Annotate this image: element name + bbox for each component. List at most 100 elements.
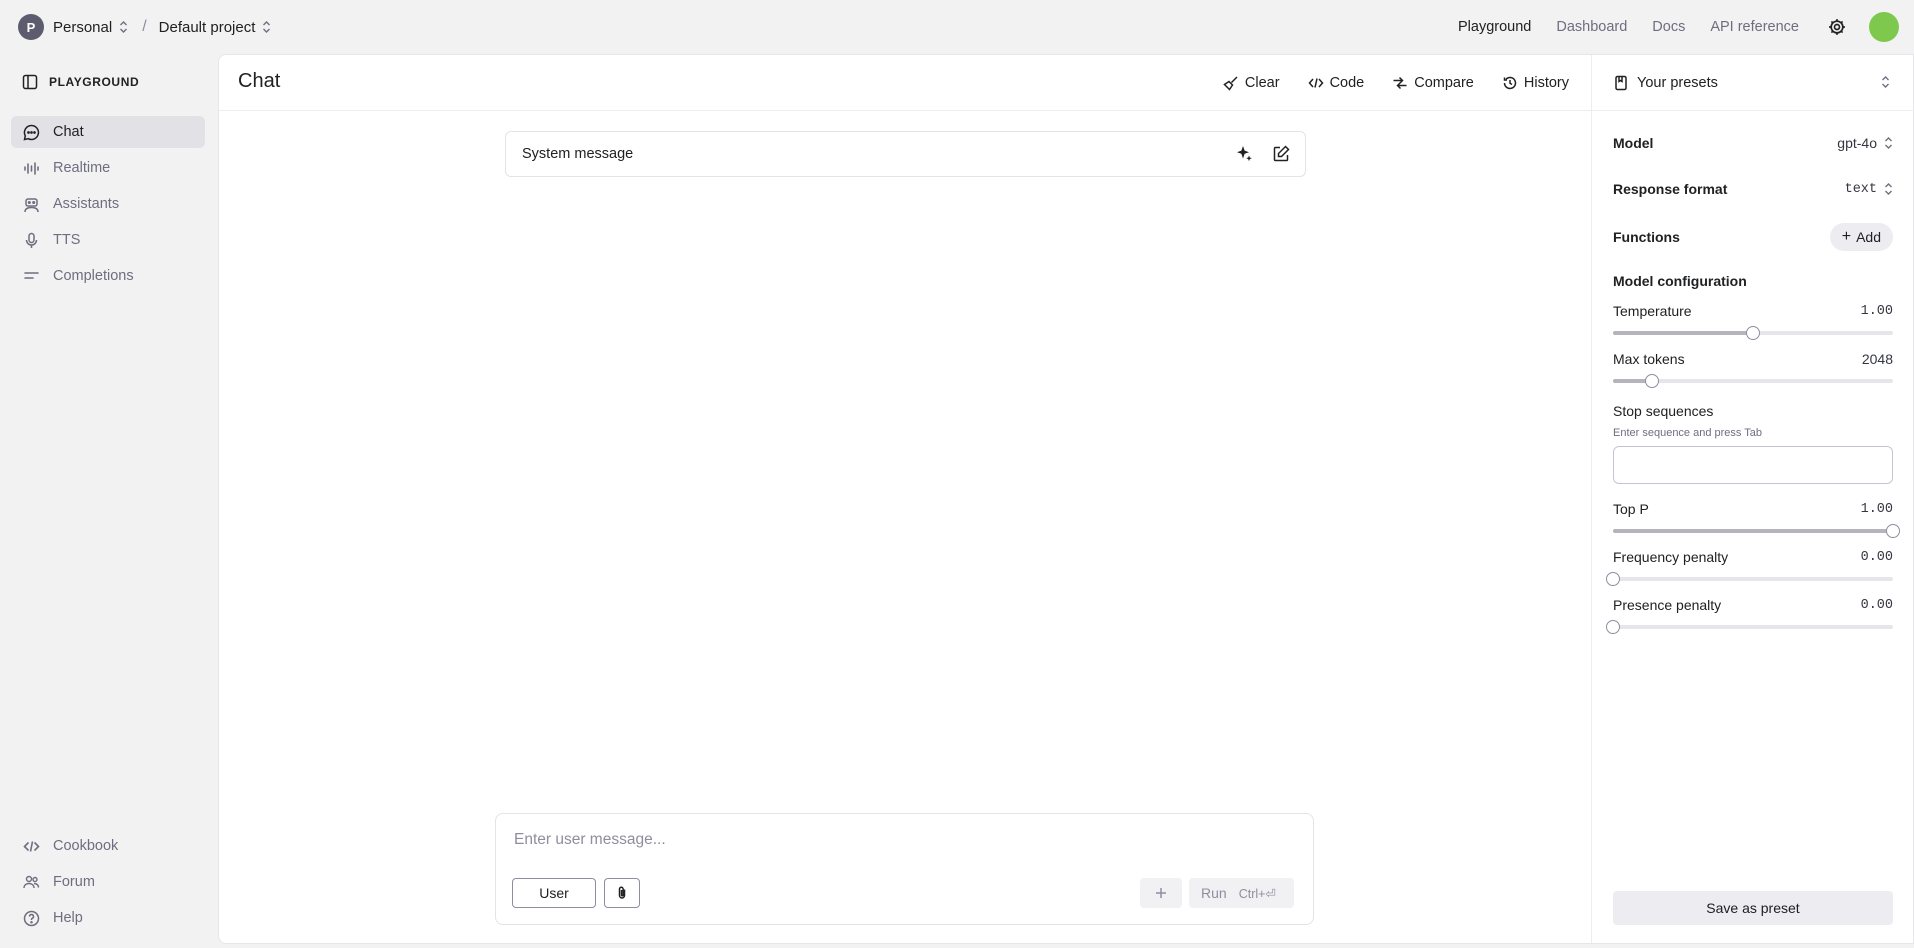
top-p-label: Top P xyxy=(1613,501,1649,517)
org-name: Personal xyxy=(53,18,113,36)
frequency-penalty-slider[interactable] xyxy=(1606,572,1893,586)
plus-icon: + xyxy=(1841,228,1852,245)
org-switcher[interactable]: P Personal xyxy=(18,14,128,40)
lines-icon xyxy=(23,268,40,285)
add-message-button[interactable] xyxy=(1140,878,1182,908)
settings-gear-icon[interactable] xyxy=(1827,17,1847,37)
user-message-input[interactable] xyxy=(514,831,1294,849)
temperature-slider[interactable] xyxy=(1613,326,1893,340)
model-row: Model gpt-4o xyxy=(1613,135,1893,151)
top-p-slider[interactable] xyxy=(1613,524,1900,538)
nav-playground[interactable]: Playground xyxy=(1458,19,1531,35)
presets-label: Your presets xyxy=(1637,74,1718,91)
broom-icon xyxy=(1223,75,1239,91)
frequency-penalty-label: Frequency penalty xyxy=(1613,549,1729,565)
max-tokens-value: 2048 xyxy=(1861,351,1893,367)
run-label: Run xyxy=(1201,885,1227,901)
system-message-box[interactable]: System message xyxy=(505,131,1306,177)
sidebar-item-cookbook[interactable]: Cookbook xyxy=(11,830,205,862)
sidebar-item-realtime[interactable]: Realtime xyxy=(11,152,205,184)
sidebar-header: PLAYGROUND xyxy=(22,74,139,90)
slider-thumb[interactable] xyxy=(1606,572,1620,586)
sidebar-item-tts[interactable]: TTS xyxy=(11,224,205,256)
max-tokens-slider[interactable] xyxy=(1613,374,1893,388)
add-function-button[interactable]: + Add xyxy=(1829,223,1893,251)
slider-thumb[interactable] xyxy=(1746,326,1760,340)
frequency-penalty-value: 0.00 xyxy=(1860,549,1893,565)
nav-docs[interactable]: Docs xyxy=(1652,19,1685,35)
project-name: Default project xyxy=(158,18,256,36)
role-selector-button[interactable]: User xyxy=(512,878,596,908)
org-avatar: P xyxy=(18,14,44,40)
settings-panel: Your presets Model gpt-4o Response forma… xyxy=(1591,55,1914,943)
run-button[interactable]: Run Ctrl+⏎ xyxy=(1189,878,1294,908)
sparkle-icon[interactable] xyxy=(1234,144,1254,164)
user-avatar[interactable] xyxy=(1869,12,1899,42)
sidebar-item-assistants[interactable]: Assistants xyxy=(11,188,205,220)
clear-button[interactable]: Clear xyxy=(1223,75,1280,91)
response-format-select[interactable]: text xyxy=(1845,182,1893,197)
microphone-icon xyxy=(23,232,40,249)
model-config-label: Model configuration xyxy=(1613,273,1747,289)
stop-sequences-label: Stop sequences xyxy=(1613,403,1714,419)
project-switcher[interactable]: Default project xyxy=(159,19,272,36)
sidebar-item-forum[interactable]: Forum xyxy=(11,866,205,898)
stop-sequences-row: Stop sequences xyxy=(1613,403,1893,419)
chat-bubble-icon xyxy=(23,124,40,141)
help-circle-icon xyxy=(23,910,40,927)
sidebar-item-label: Assistants xyxy=(53,196,120,212)
sidebar: PLAYGROUND Chat Realtime Assistants TTS … xyxy=(0,54,218,948)
waveform-icon xyxy=(23,160,40,177)
history-button[interactable]: History xyxy=(1502,75,1569,91)
temperature-label: Temperature xyxy=(1613,303,1692,319)
presets-selector[interactable]: Your presets xyxy=(1592,55,1914,111)
compare-label: Compare xyxy=(1414,75,1474,91)
slider-thumb[interactable] xyxy=(1645,374,1660,388)
run-shortcut: Ctrl+⏎ xyxy=(1238,886,1276,901)
code-button[interactable]: Code xyxy=(1308,75,1365,91)
edit-icon[interactable] xyxy=(1271,144,1291,164)
system-message-actions xyxy=(1217,144,1291,164)
sidebar-item-label: Chat xyxy=(53,124,84,140)
temperature-row: Temperature 1.00 xyxy=(1613,303,1893,319)
chevron-updown-icon xyxy=(1885,137,1892,149)
sidebar-item-label: Realtime xyxy=(53,160,111,176)
code-label: Code xyxy=(1329,75,1365,91)
chevron-updown-icon xyxy=(120,21,128,33)
chevron-updown-icon xyxy=(263,21,271,33)
presence-penalty-row: Presence penalty 0.00 xyxy=(1613,597,1893,613)
functions-row: Functions + Add xyxy=(1613,223,1893,251)
save-preset-button[interactable]: Save as preset xyxy=(1613,891,1893,925)
slider-fill xyxy=(1613,529,1893,533)
stop-sequences-input[interactable] xyxy=(1613,446,1893,484)
people-icon xyxy=(23,874,40,891)
slider-thumb[interactable] xyxy=(1886,524,1900,538)
slider-fill xyxy=(1613,331,1753,335)
clear-label: Clear xyxy=(1244,75,1280,91)
bookmark-icon xyxy=(1613,75,1629,91)
sidebar-item-label: Forum xyxy=(53,874,95,890)
nav-dashboard[interactable]: Dashboard xyxy=(1556,19,1627,35)
slider-thumb[interactable] xyxy=(1606,620,1620,634)
compare-button[interactable]: Compare xyxy=(1392,75,1474,91)
sidebar-toggle-icon[interactable] xyxy=(22,74,38,90)
sidebar-item-completions[interactable]: Completions xyxy=(11,260,205,292)
header-actions: Clear Code Compare History xyxy=(1195,55,1569,111)
response-format-label: Response format xyxy=(1613,181,1728,197)
presence-penalty-slider[interactable] xyxy=(1606,620,1893,634)
page-title: Chat xyxy=(238,70,281,92)
attach-button[interactable] xyxy=(604,878,640,908)
code-icon xyxy=(23,838,40,855)
sidebar-item-help[interactable]: Help xyxy=(11,902,205,934)
model-select[interactable]: gpt-4o xyxy=(1837,135,1893,151)
add-label: Add xyxy=(1856,229,1881,245)
presence-penalty-label: Presence penalty xyxy=(1613,597,1722,613)
model-value: gpt-4o xyxy=(1837,135,1877,151)
temperature-value: 1.00 xyxy=(1860,303,1893,319)
sidebar-item-label: Help xyxy=(53,910,83,926)
sidebar-item-chat[interactable]: Chat xyxy=(11,116,205,148)
nav-api-reference[interactable]: API reference xyxy=(1710,19,1799,35)
chevron-updown-icon xyxy=(1885,183,1892,195)
stop-sequences-hint: Enter sequence and press Tab xyxy=(1613,427,1763,439)
response-format-value: text xyxy=(1844,181,1877,197)
